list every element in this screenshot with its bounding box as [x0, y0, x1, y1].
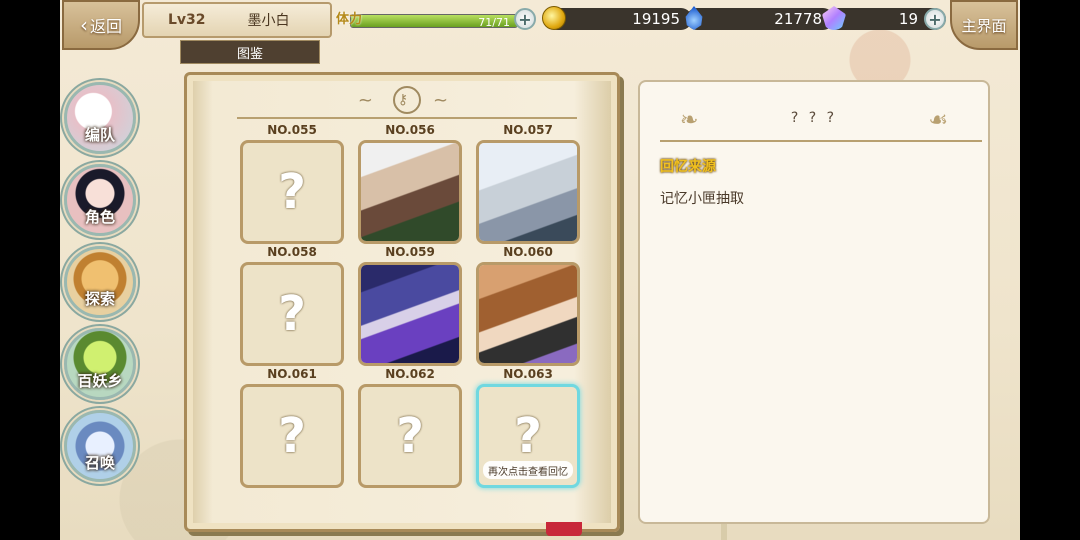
player-level: Lv32 [168, 12, 206, 28]
character-entry-card[interactable] [476, 262, 580, 366]
sidebar-item-label: 角色 [84, 208, 115, 226]
unknown-icon: ? [396, 408, 424, 464]
gold-value: 19195 [632, 10, 680, 28]
ornament-right-icon: ~ [433, 89, 457, 111]
sidebar-item-team[interactable]: 编队 [64, 82, 136, 154]
add-gem-button[interactable]: + [924, 8, 946, 30]
bookmark-ribbon [546, 522, 582, 536]
detail-panel: ❧ ? ? ? ☙ 回忆来源 记忆小匣抽取 [638, 80, 990, 524]
locked-entry-card[interactable]: ? [240, 140, 344, 244]
character-entry-card[interactable] [358, 262, 462, 366]
sidebar-item-summon[interactable]: 召唤 [64, 410, 136, 482]
sidebar-item-label: 探索 [84, 290, 115, 308]
unknown-icon: ? [278, 408, 306, 464]
grid-row: ? NO.061 NO.062 NO.063 [240, 262, 580, 382]
unknown-icon: ? [514, 408, 542, 464]
sidebar-item-character[interactable]: 角色 [64, 164, 136, 236]
gem-counter: 19 + [822, 6, 946, 30]
ornament-swirl-icon: ☙ [928, 108, 948, 133]
unknown-icon: ? [278, 286, 306, 342]
sidebar-item-label: 召唤 [84, 454, 115, 472]
ornament-left-icon: ~ [357, 89, 381, 111]
player-info: Lv32 墨小白 [142, 2, 332, 38]
gold-counter: 19195 [542, 6, 692, 30]
grid-row: ? NO.058 NO.059 NO.060 [240, 140, 580, 260]
grid-row: ? ? ? 再次点击查看回忆 [240, 384, 580, 488]
back-arrow-icon: ‹ [79, 13, 88, 37]
locked-entry-card[interactable]: ? [358, 384, 462, 488]
entry-number: NO.060 [503, 245, 553, 259]
back-button[interactable]: ‹ 返回 [62, 0, 140, 50]
entry-number: NO.058 [267, 245, 317, 259]
book-ornament: ~ ⚷ ~ [247, 85, 567, 115]
sidebar: 编队 角色 探索 百妖乡 召唤 [64, 82, 140, 492]
back-label: 返回 [89, 17, 122, 36]
entry-number: NO.059 [385, 245, 435, 259]
add-stamina-button[interactable]: + [514, 8, 536, 30]
entry-number: NO.063 [503, 367, 553, 381]
book-divider [237, 117, 577, 119]
view-memory-tip: 再次点击查看回忆 [483, 461, 573, 479]
detail-divider [660, 140, 982, 142]
character-entry-card[interactable] [476, 140, 580, 244]
character-portrait [361, 143, 459, 241]
selected-entry-card[interactable]: ? 再次点击查看回忆 [476, 384, 580, 488]
memory-source-label: 回忆来源 [660, 159, 716, 175]
entry-number: NO.062 [385, 367, 435, 381]
collection-screen: ‹ 返回 Lv32 墨小白 图鉴 体力 71/71 + 19195 21778 … [60, 0, 1020, 540]
locked-entry-card[interactable]: ? [240, 384, 344, 488]
entry-number: NO.055 [267, 123, 317, 137]
sidebar-item-label: 百妖乡 [77, 372, 123, 390]
sidebar-item-village[interactable]: 百妖乡 [64, 328, 136, 400]
stamina-bar: 体力 71/71 + [336, 8, 536, 30]
sidebar-item-label: 编队 [84, 126, 115, 144]
header-labels-row: NO.055 NO.056 NO.057 [240, 122, 580, 138]
character-portrait [361, 265, 459, 363]
character-portrait [479, 265, 577, 363]
gold-coin-icon [542, 6, 566, 30]
entry-number: NO.057 [503, 123, 553, 137]
collection-grid: NO.055 NO.056 NO.057 ? NO.058 NO.059 NO.… [240, 122, 580, 490]
sidebar-item-explore[interactable]: 探索 [64, 246, 136, 318]
memory-source-value: 记忆小匣抽取 [660, 191, 744, 207]
stamina-label: 体力 [336, 12, 363, 27]
character-entry-card[interactable] [358, 140, 462, 244]
unknown-icon: ? [278, 164, 306, 220]
locked-entry-card[interactable]: ? [240, 262, 344, 366]
stamina-value: 71/71 [478, 16, 510, 29]
soul-value: 21778 [774, 10, 822, 28]
key-emblem-icon: ⚷ [393, 86, 421, 114]
entry-number: NO.056 [385, 123, 435, 137]
soul-counter: 21778 [685, 6, 834, 30]
home-button[interactable]: 主界面 [950, 0, 1018, 50]
entry-number: NO.061 [267, 367, 317, 381]
page-title: 图鉴 [180, 40, 320, 64]
character-portrait [479, 143, 577, 241]
player-name: 墨小白 [247, 13, 290, 29]
gem-value: 19 [898, 10, 918, 28]
